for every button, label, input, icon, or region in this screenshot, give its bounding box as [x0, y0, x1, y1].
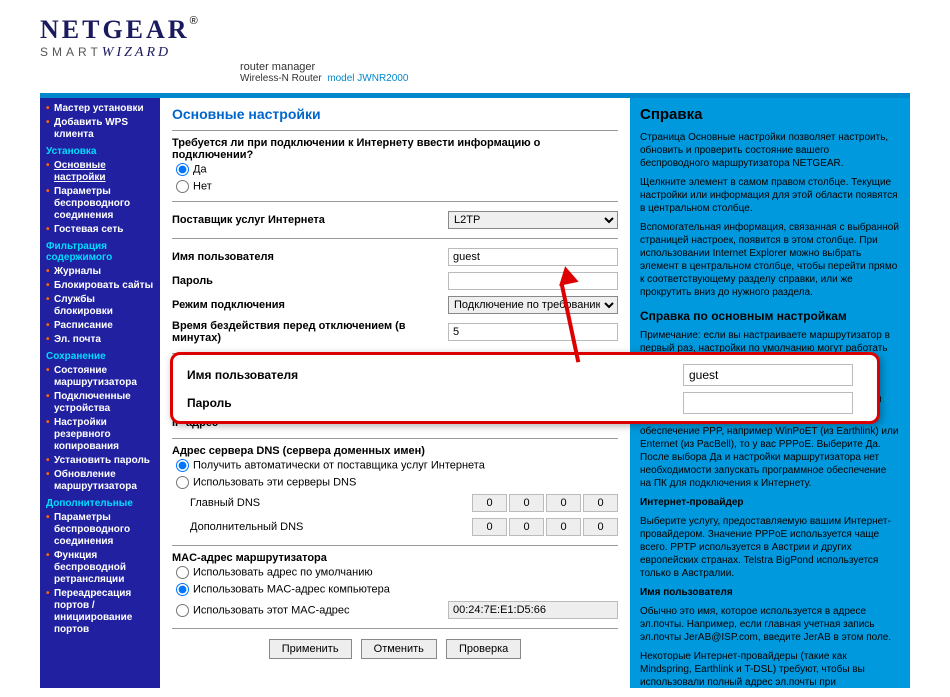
sidebar-item[interactable]: Мастер установки: [46, 102, 154, 116]
model-label: JWNR2000: [357, 73, 408, 84]
radio-yes[interactable]: [176, 163, 189, 176]
dns-s3[interactable]: [546, 518, 581, 536]
radio-mac-this[interactable]: [176, 604, 189, 617]
sidebar-item[interactable]: Журналы: [46, 265, 154, 279]
smart-label: SMART: [40, 45, 102, 59]
help-text: Обычно это имя, которое используется в а…: [640, 605, 900, 644]
wizard-label: WIZARD: [102, 45, 171, 60]
sidebar-item[interactable]: Расписание: [46, 319, 154, 333]
help-text: Страница Основные настройки позволяет на…: [640, 131, 900, 170]
dns-s4[interactable]: [583, 518, 618, 536]
yes-label: Да: [193, 163, 207, 175]
dns-p1[interactable]: [472, 494, 507, 512]
help-text: Щелкните элемент в самом правом столбце.…: [640, 176, 900, 215]
dns-auto-label: Получить автоматически от поставщика усл…: [193, 459, 485, 471]
callout-box: Имя пользователя Пароль: [170, 352, 880, 424]
mac-default-label: Использовать адрес по умолчанию: [193, 566, 373, 578]
radio-dns-auto[interactable]: [176, 459, 189, 472]
dns-title: Адрес сервера DNS (сервера доменных имен…: [172, 445, 618, 457]
help-text: Некоторые Интернет-провайдеры (такие как…: [640, 650, 900, 688]
help-user-heading: Имя пользователя: [640, 587, 733, 598]
idle-label: Время бездействия перед отключением (в м…: [172, 320, 448, 344]
radio-dns-manual[interactable]: [176, 476, 189, 489]
dns-s1[interactable]: [472, 518, 507, 536]
mac-title: MAC-адрес маршрутизатора: [172, 552, 618, 564]
callout-user-input[interactable]: [683, 364, 853, 386]
sidebar-item[interactable]: Параметры беспроводного соединения: [46, 185, 154, 223]
sidebar-item[interactable]: Обновление маршрутизатора: [46, 468, 154, 494]
dns-p4[interactable]: [583, 494, 618, 512]
sidebar-item[interactable]: Переадресация портов / инициирование пор…: [46, 587, 154, 637]
mac-this-label: Использовать этот MAC-адрес: [193, 604, 349, 616]
test-button[interactable]: Проверка: [446, 639, 521, 659]
help-isp-heading: Интернет-провайдер: [640, 497, 744, 508]
sidebar-group: Сохранение: [46, 351, 154, 362]
connmode-label: Режим подключения: [172, 299, 448, 311]
sidebar-item[interactable]: Функция беспроводной ретрансляции: [46, 549, 154, 587]
sidebar-item[interactable]: Параметры беспроводного соединения: [46, 511, 154, 549]
help-subtitle: Справка по основным настройкам: [640, 309, 900, 323]
sidebar-item[interactable]: Добавить WPS клиента: [46, 116, 154, 142]
callout-pass-label: Пароль: [187, 396, 683, 410]
model-prefix: model: [327, 73, 354, 84]
radio-mac-pc[interactable]: [176, 583, 189, 596]
sidebar-group: Установка: [46, 146, 154, 157]
mac-pc-label: Использовать MAC-адрес компьютера: [193, 583, 390, 595]
callout-user-label: Имя пользователя: [187, 368, 683, 382]
sidebar-item[interactable]: Настройки резервного копирования: [46, 416, 154, 454]
callout-pass-input[interactable]: [683, 392, 853, 414]
login-question: Требуется ли при подключении к Интернету…: [172, 137, 618, 161]
dns-primary-label: Главный DNS: [172, 497, 472, 509]
mac-input[interactable]: [448, 601, 618, 619]
username-input[interactable]: [448, 248, 618, 266]
dns-secondary-label: Дополнительный DNS: [172, 521, 472, 533]
password-input[interactable]: [448, 272, 618, 290]
apply-button[interactable]: Применить: [269, 639, 352, 659]
no-label: Нет: [193, 180, 212, 192]
sidebar-group: Фильтрация содержимого: [46, 241, 154, 263]
password-label: Пароль: [172, 275, 448, 287]
help-title: Справка: [640, 106, 900, 123]
dns-p2[interactable]: [509, 494, 544, 512]
help-text: Выберите услугу, предоставляемую вашим И…: [640, 515, 900, 580]
connmode-select[interactable]: Подключение по требованию: [448, 296, 618, 314]
sidebar-item[interactable]: Службы блокировки: [46, 293, 154, 319]
idle-input[interactable]: [448, 323, 618, 341]
brand-logo: NETGEAR: [40, 15, 190, 44]
dns-p3[interactable]: [546, 494, 581, 512]
sidebar-item[interactable]: Установить пароль: [46, 454, 154, 468]
sidebar-item[interactable]: Блокировать сайты: [46, 279, 154, 293]
router-manager-label: router manager: [240, 61, 950, 73]
page-title: Основные настройки: [172, 106, 618, 122]
dns-s2[interactable]: [509, 518, 544, 536]
help-text: Вспомогательная информация, связанная с …: [640, 221, 900, 299]
sidebar-group: Дополнительные: [46, 498, 154, 509]
header: NETGEAR® SMARTWIZARD router manager Wire…: [0, 0, 950, 89]
sidebar-item[interactable]: Эл. почта: [46, 333, 154, 347]
sidebar: Мастер установки Добавить WPS клиента Ус…: [40, 98, 160, 688]
isp-label: Поставщик услуг Интернета: [172, 214, 448, 226]
radio-mac-default[interactable]: [176, 566, 189, 579]
sidebar-item-basic[interactable]: Основные настройки: [46, 159, 154, 185]
isp-select[interactable]: L2TP: [448, 211, 618, 229]
sidebar-item[interactable]: Состояние маршрутизатора: [46, 364, 154, 390]
sidebar-item[interactable]: Подключенные устройства: [46, 390, 154, 416]
dns-manual-label: Использовать эти серверы DNS: [193, 476, 356, 488]
device-label: Wireless-N Router: [240, 73, 322, 84]
sidebar-item[interactable]: Гостевая сеть: [46, 223, 154, 237]
cancel-button[interactable]: Отменить: [361, 639, 437, 659]
radio-no[interactable]: [176, 180, 189, 193]
username-label: Имя пользователя: [172, 251, 448, 263]
